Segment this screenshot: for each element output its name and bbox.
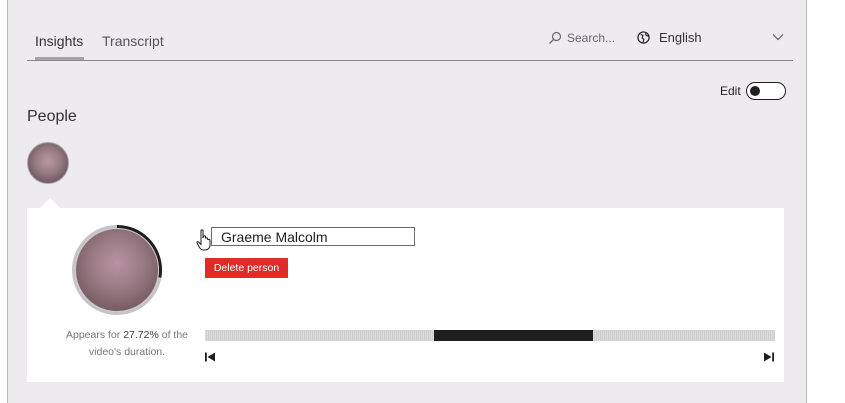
tab-transcript[interactable]: Transcript: [102, 33, 164, 49]
search-placeholder: Search...: [567, 31, 616, 45]
edit-label: Edit: [720, 84, 741, 98]
delete-person-button[interactable]: Delete person: [205, 258, 288, 278]
edit-toggle[interactable]: [745, 82, 786, 100]
appearance-segment[interactable]: [434, 330, 593, 341]
language-label: English: [659, 30, 702, 45]
insights-panel: Insights Transcript Search... English Ed…: [7, 0, 807, 403]
appearance-summary: Appears for 27.72% of the video's durati…: [47, 327, 207, 361]
person-detail-card: Appears for 27.72% of the video's durati…: [27, 208, 784, 382]
search-icon: [549, 31, 562, 44]
person-thumbnail[interactable]: [27, 142, 69, 184]
appearance-timeline[interactable]: [205, 330, 775, 341]
person-name-input[interactable]: [211, 227, 415, 246]
toggle-knob: [749, 86, 760, 96]
person-face-image: [75, 228, 159, 312]
appearance-percent: 27.72%: [123, 329, 159, 341]
skip-next-icon[interactable]: [763, 351, 775, 363]
globe-icon: [637, 31, 650, 44]
appears-suffix: of the: [158, 329, 189, 341]
edit-toggle-group: Edit: [720, 82, 786, 100]
tab-insights[interactable]: Insights: [35, 33, 83, 49]
search-box[interactable]: Search...: [548, 31, 615, 45]
chevron-down-icon[interactable]: [771, 30, 785, 44]
header-divider: [27, 60, 793, 61]
skip-previous-icon[interactable]: [204, 351, 216, 363]
appears-prefix: Appears for: [65, 329, 124, 341]
language-selector[interactable]: English: [637, 30, 702, 45]
appears-line2: video's duration.: [88, 346, 166, 358]
person-avatar: [72, 225, 162, 315]
card-pointer: [40, 198, 60, 208]
people-heading: People: [27, 108, 77, 125]
